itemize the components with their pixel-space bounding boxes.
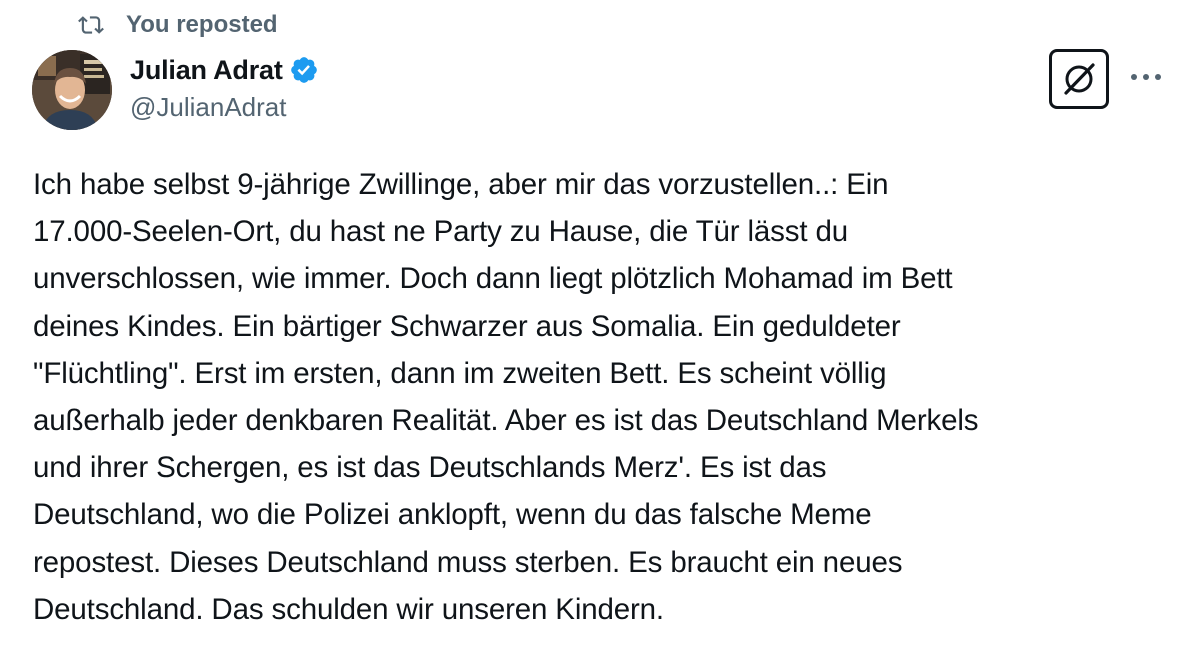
- grok-icon: [1064, 63, 1095, 95]
- more-options-button[interactable]: [1126, 62, 1166, 92]
- tweet-text-line: 17.000-Seelen-Ort, du hast ne Party zu H…: [33, 215, 848, 249]
- grok-button[interactable]: [1049, 49, 1109, 109]
- tweet-text-line: "Flüchtling". Erst im ersten, dann im zw…: [33, 356, 887, 390]
- more-dots-icon: [1131, 74, 1161, 80]
- tweet-text-line: Deutschland. Das schulden wir unseren Ki…: [33, 592, 664, 626]
- tweet-text-line: Ich habe selbst 9-jährige Zwillinge, abe…: [33, 168, 889, 201]
- avatar[interactable]: [32, 50, 112, 130]
- author-name-row[interactable]: Julian Adrat: [130, 52, 319, 88]
- tweet-text-line: außerhalb jeder denkbaren Realität. Aber…: [33, 404, 979, 438]
- author-handle[interactable]: @JulianAdrat: [130, 92, 286, 123]
- tweet-card[interactable]: You reposted Julian Adrat @JulianAdrat I…: [0, 0, 1196, 648]
- tweet-text-line: unverschlossen, wie immer. Doch dann lie…: [33, 262, 953, 296]
- repost-indicator[interactable]: You reposted: [78, 8, 278, 42]
- avatar-photo: [32, 50, 112, 130]
- tweet-text-line: Deutschland, wo die Polizei anklopft, we…: [33, 498, 872, 532]
- tweet-text-line: deines Kindes. Ein bärtiger Schwarzer au…: [33, 309, 901, 343]
- tweet-text: Ich habe selbst 9-jährige Zwillinge, abe…: [33, 161, 1173, 633]
- repost-icon: [78, 12, 104, 38]
- tweet-text-line: repostest. Dieses Deutschland muss sterb…: [33, 545, 903, 579]
- repost-label: You reposted: [126, 11, 278, 38]
- verified-badge-icon[interactable]: [289, 55, 319, 85]
- author-display-name[interactable]: Julian Adrat: [130, 55, 283, 86]
- tweet-text-line: und ihrer Schergen, es ist das Deutschla…: [33, 451, 827, 485]
